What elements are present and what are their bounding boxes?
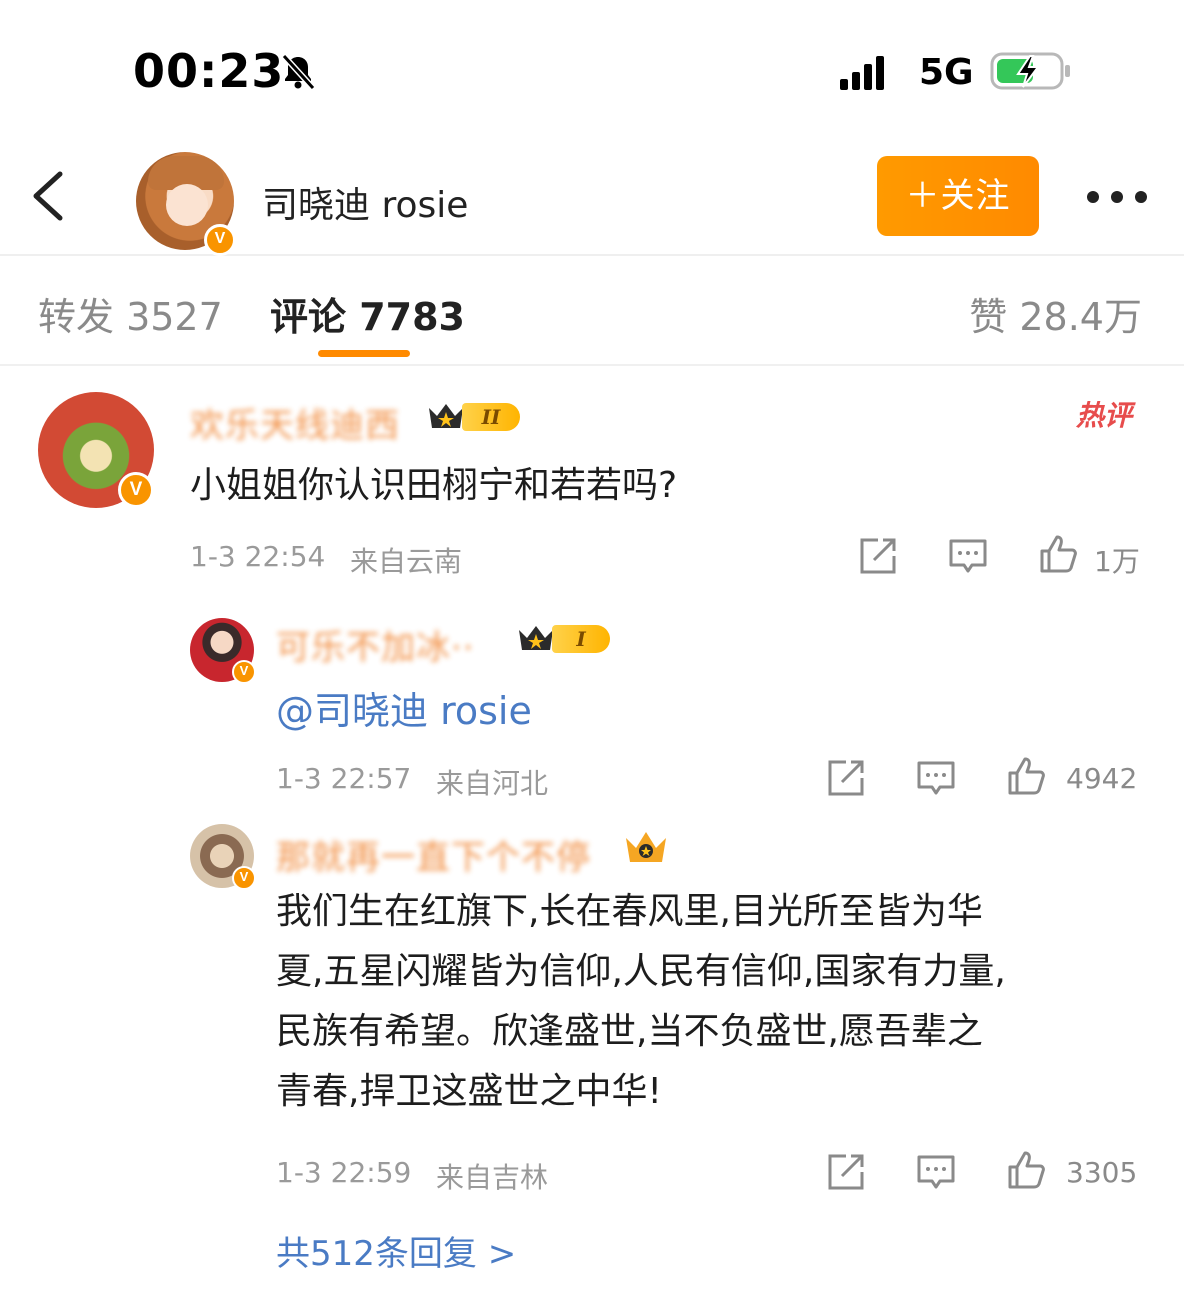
like-icon[interactable]: [1006, 1150, 1046, 1190]
more-options-icon[interactable]: [1086, 190, 1148, 204]
fan-level-badge: II: [426, 400, 520, 434]
verified-icon: V: [232, 866, 256, 890]
battery-charging-icon: [990, 52, 1070, 90]
crown-icon: [519, 626, 553, 650]
share-icon[interactable]: [826, 758, 866, 798]
mention-link[interactable]: @司晓迪 rosie: [276, 680, 532, 735]
active-tab-indicator: [318, 350, 410, 357]
reply-username[interactable]: 可乐不加冰··: [276, 620, 475, 669]
reply-text-line: 夏,五星闪耀皆为信仰,人民有信仰,国家有力量,: [276, 951, 1006, 992]
tab-forward[interactable]: 转发 3527: [38, 286, 223, 341]
avatar[interactable]: V: [190, 618, 256, 684]
comment-text: 小姐姐你认识田栩宁和若若吗?: [190, 465, 678, 506]
crown-icon: [626, 832, 666, 862]
verified-icon: V: [204, 224, 236, 256]
view-more-replies-link[interactable]: 共512条回复 >: [276, 1226, 516, 1275]
reply-icon[interactable]: [948, 536, 988, 576]
comment-username[interactable]: 欢乐天线迪西: [190, 398, 400, 447]
hot-comment-badge: 热评: [1076, 399, 1133, 432]
tab-comments[interactable]: 评论 7783: [270, 286, 465, 341]
reply-location: 来自河北: [436, 767, 549, 800]
network-label: 5G: [919, 52, 974, 93]
reply-location: 来自吉林: [436, 1161, 549, 1194]
comment-time: 1-3 22:54: [190, 540, 326, 573]
tab-likes[interactable]: 赞 28.4万: [969, 286, 1142, 341]
like-count: 3305: [1066, 1156, 1138, 1189]
reply-icon[interactable]: [916, 1152, 956, 1192]
share-icon[interactable]: [826, 1152, 866, 1192]
share-icon[interactable]: [858, 536, 898, 576]
status-time: 00:23: [133, 44, 285, 98]
signal-icon: [840, 56, 884, 90]
back-icon[interactable]: [28, 168, 68, 224]
comment-location: 来自云南: [350, 545, 463, 578]
status-bar: 00:23 5G: [0, 0, 1184, 140]
like-count: 1万: [1094, 545, 1140, 578]
fan-level-label: II: [462, 403, 520, 431]
reply-time: 1-3 22:59: [276, 1156, 412, 1189]
reply-username[interactable]: 那就再一直下个不停: [276, 830, 591, 879]
avatar[interactable]: V: [38, 392, 154, 508]
like-icon[interactable]: [1038, 534, 1078, 574]
reply-icon[interactable]: [916, 758, 956, 798]
reply-text-line: 青春,捍卫这盛世之中华!: [276, 1071, 662, 1112]
verified-icon: V: [232, 660, 256, 684]
verified-icon: V: [118, 472, 154, 508]
reply-text: 我们生在红旗下,长在春风里,目光所至皆为华 夏,五星闪耀皆为信仰,人民有信仰,国…: [276, 882, 1156, 1122]
like-icon[interactable]: [1006, 756, 1046, 796]
tab-bar: 转发 3527 评论 7783 赞 28.4万: [0, 256, 1184, 366]
profile-name[interactable]: 司晓迪 rosie: [262, 176, 468, 228]
reply-text-line: 民族有希望。欣逢盛世,当不负盛世,愿吾辈之: [276, 1011, 983, 1052]
follow-button[interactable]: ＋关注: [877, 156, 1039, 236]
reply-text-line: 我们生在红旗下,长在春风里,目光所至皆为华: [276, 891, 983, 932]
reply-time: 1-3 22:57: [276, 762, 412, 795]
fan-level-badge: I: [516, 622, 610, 656]
avatar[interactable]: V: [190, 824, 256, 890]
bell-muted-icon: [281, 53, 316, 91]
crown-icon: [429, 404, 463, 428]
profile-header: V 司晓迪 rosie ＋关注: [0, 140, 1184, 256]
like-count: 4942: [1066, 762, 1138, 795]
fan-level-label: I: [552, 625, 610, 653]
